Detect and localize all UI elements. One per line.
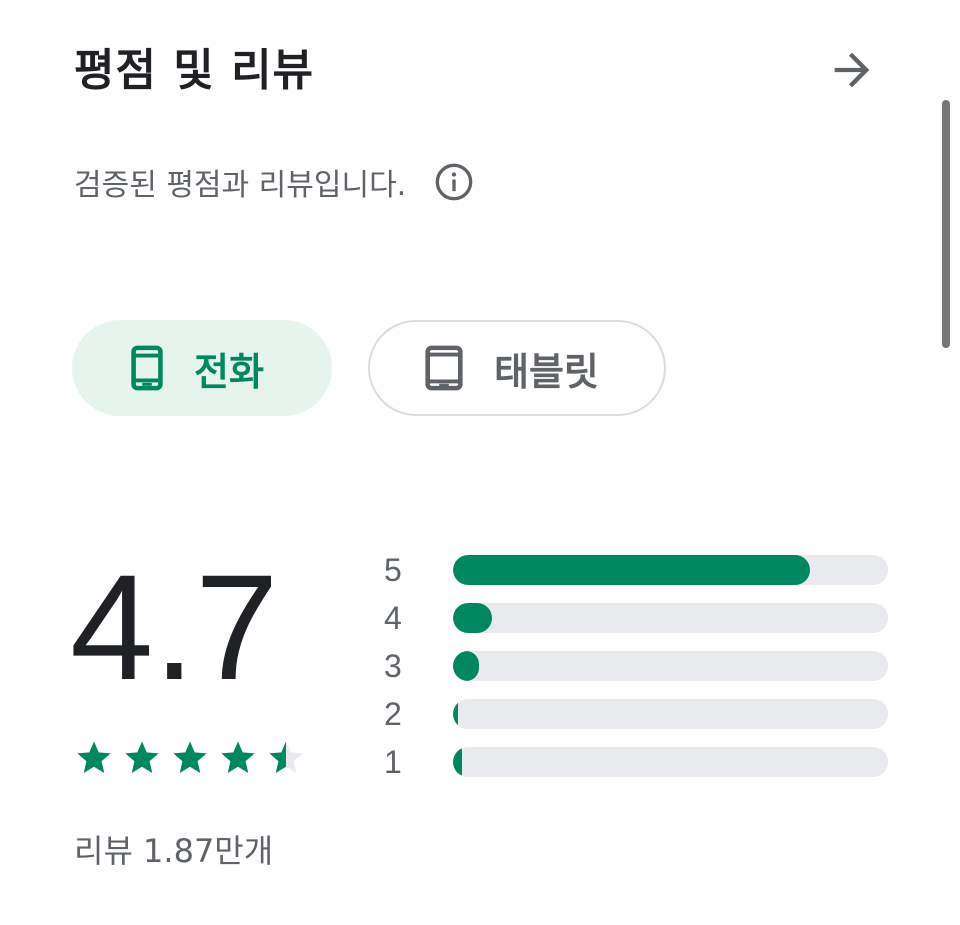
histogram-label: 1 [384, 743, 402, 780]
section-title: 평점 및 리뷰 [74, 45, 315, 96]
histogram-row: 2 [380, 690, 888, 738]
histogram-bar [453, 603, 492, 633]
histogram-bar [453, 747, 462, 777]
histogram-label: 5 [384, 551, 402, 588]
histogram-row: 1 [380, 738, 888, 786]
rating-histogram: 5 4 3 2 1 [380, 546, 888, 786]
arrow-right-icon [834, 52, 870, 88]
histogram-label: 3 [384, 647, 402, 684]
info-icon[interactable] [434, 162, 474, 202]
see-all-button[interactable] [826, 44, 878, 96]
star-rating [74, 738, 314, 778]
histogram-label: 2 [384, 695, 402, 732]
tab-phone[interactable]: 전화 [72, 320, 332, 416]
histogram-bar [453, 699, 458, 729]
star-full-icon [77, 741, 111, 773]
star-full-icon [125, 741, 159, 773]
histogram-track [453, 747, 888, 777]
phone-icon [131, 345, 163, 391]
verified-note-text: 검증된 평점과 리뷰입니다. [74, 168, 407, 203]
verified-note: 검증된 평점과 리뷰입니다. [74, 160, 474, 204]
star-half-icon [269, 741, 303, 773]
histogram-bar [453, 651, 479, 681]
review-count: 리뷰 1.87만개 [74, 832, 274, 870]
ratings-reviews-section: 평점 및 리뷰 검증된 평점과 리뷰입니다. 전화 태블릿 4.7 리뷰 1.8… [0, 0, 960, 925]
scrollbar[interactable] [942, 100, 950, 348]
average-rating: 4.7 [70, 543, 279, 711]
histogram-row: 3 [380, 642, 888, 690]
tab-tablet[interactable]: 태블릿 [368, 320, 666, 416]
histogram-label: 4 [384, 599, 402, 636]
histogram-row: 5 [380, 546, 888, 594]
tab-tablet-label: 태블릿 [494, 349, 599, 394]
star-full-icon [221, 741, 255, 773]
histogram-row: 4 [380, 594, 888, 642]
histogram-track [453, 603, 888, 633]
tab-phone-label: 전화 [194, 349, 264, 394]
tablet-icon [425, 345, 463, 391]
histogram-track [453, 699, 888, 729]
histogram-track [453, 651, 888, 681]
star-full-icon [173, 741, 207, 773]
histogram-bar [453, 555, 810, 585]
histogram-track [453, 555, 888, 585]
